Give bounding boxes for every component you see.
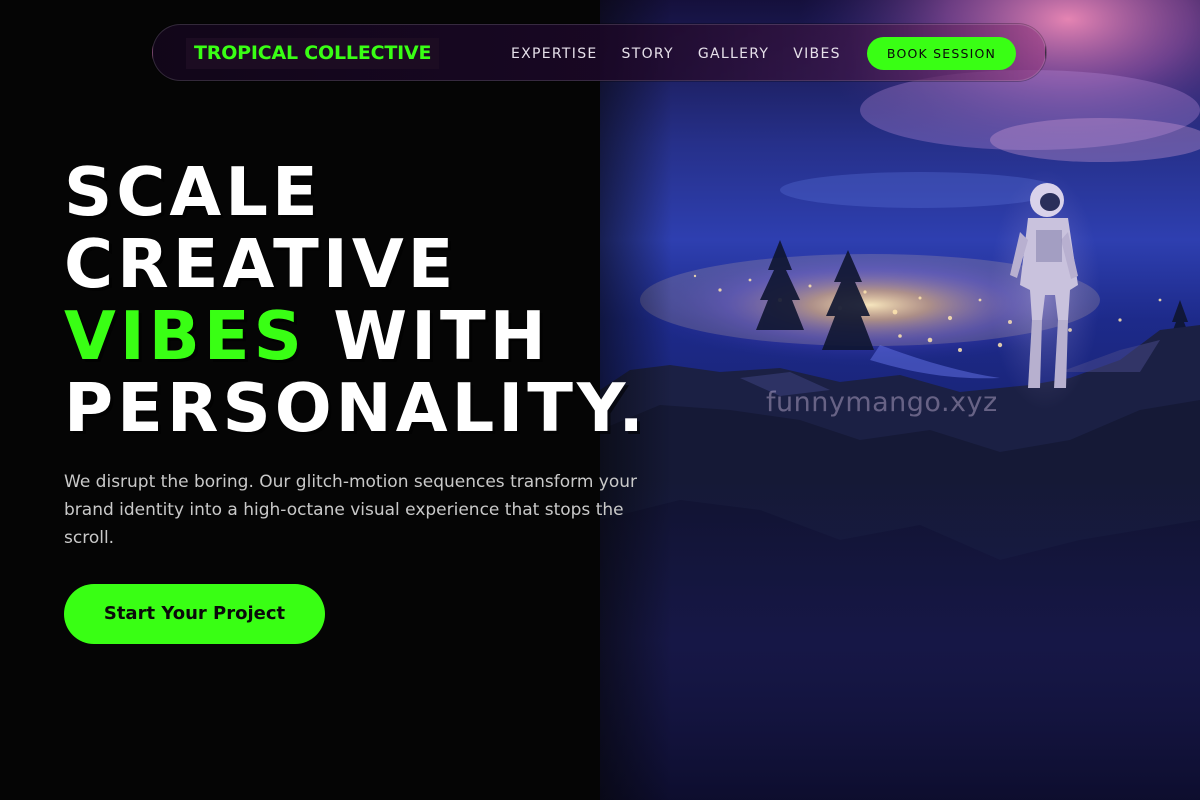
headline-line-3: VIBES WITH bbox=[64, 300, 648, 372]
headline-line-3-rest: WITH bbox=[305, 297, 550, 375]
nav-link-vibes[interactable]: VIBES bbox=[793, 46, 841, 62]
nav-links: EXPERTISE STORY GALLERY VIBES bbox=[511, 25, 841, 82]
nav-link-story[interactable]: STORY bbox=[622, 46, 674, 62]
nav-link-gallery[interactable]: GALLERY bbox=[698, 46, 769, 62]
headline-line-2: CREATIVE bbox=[64, 225, 458, 303]
nav-link-expertise[interactable]: EXPERTISE bbox=[511, 46, 598, 62]
top-nav: TROPICAL COLLECTIVE EXPERTISE STORY GALL… bbox=[152, 24, 1046, 81]
hero-headline: SCALE CREATIVE VIBES WITH PERSONALITY. bbox=[64, 156, 648, 444]
headline-accent-word: VIBES bbox=[64, 297, 306, 375]
hero-description: We disrupt the boring. Our glitch-motion… bbox=[64, 472, 638, 548]
headline-line-1: SCALE bbox=[64, 153, 322, 231]
headline-line-4: PERSONALITY. bbox=[64, 369, 648, 447]
brand-logo[interactable]: TROPICAL COLLECTIVE bbox=[186, 38, 440, 69]
landing-page: TROPICAL COLLECTIVE EXPERTISE STORY GALL… bbox=[0, 0, 1200, 800]
book-session-button[interactable]: BOOK SESSION bbox=[867, 37, 1016, 70]
image-watermark: funnymango.xyz bbox=[766, 387, 998, 418]
start-project-button[interactable]: Start Your Project bbox=[64, 584, 325, 644]
